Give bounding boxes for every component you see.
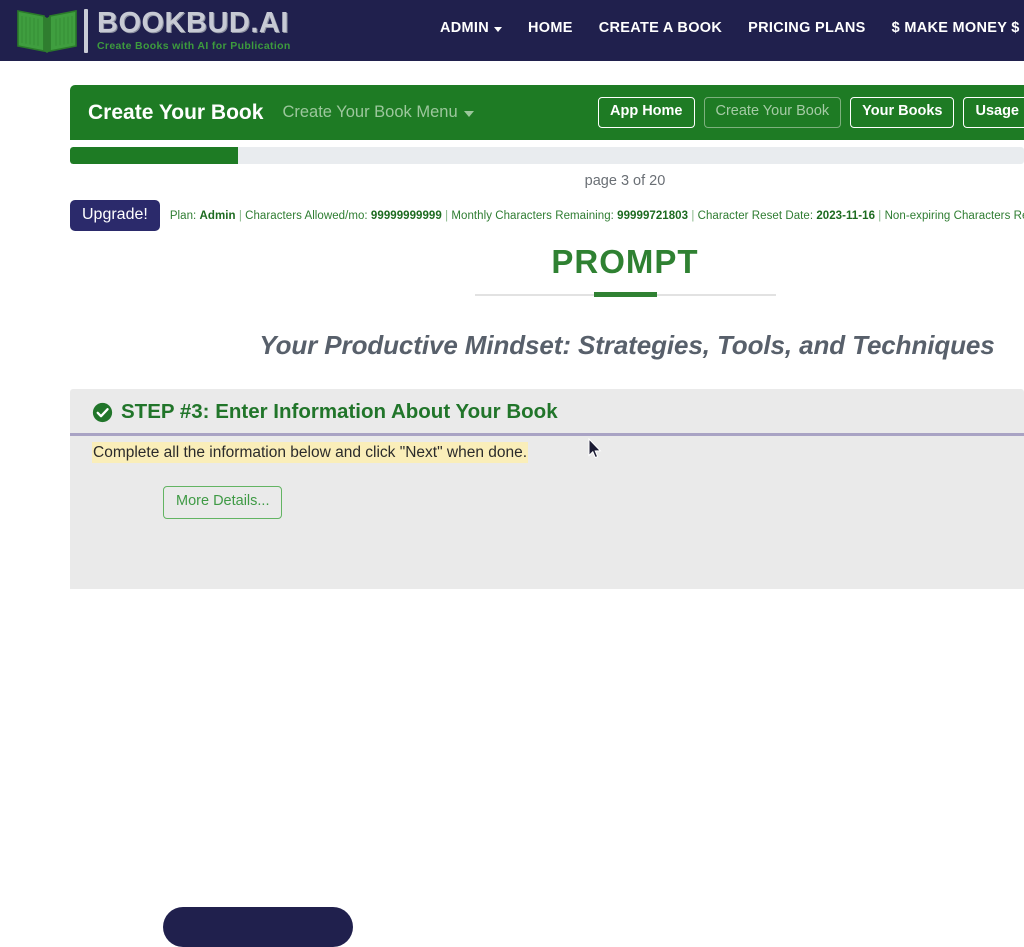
step-card: STEP #3: Enter Information About Your Bo… xyxy=(70,389,1024,947)
book-progress-bar xyxy=(70,147,1024,164)
usage-button[interactable]: Usage xyxy=(963,97,1024,128)
step-instruction-text: Complete all the information below and c… xyxy=(92,442,529,463)
chevron-down-icon xyxy=(463,111,474,117)
nav-item-pricing-plans[interactable]: PRICING PLANS xyxy=(748,20,866,36)
your-books-button[interactable]: Your Books xyxy=(850,97,955,128)
plan-info-bar: Upgrade! Plan: Admin | Characters Allowe… xyxy=(70,200,1024,232)
bottom-action-pill[interactable] xyxy=(163,907,353,947)
open-book-icon xyxy=(17,9,77,53)
nav-item-admin[interactable]: ADMIN xyxy=(440,20,503,36)
plan-separator: | xyxy=(445,209,449,222)
logo-divider xyxy=(84,8,88,53)
site-logo[interactable]: BOOKBUD.AI Create Books with AI for Publ… xyxy=(14,7,291,55)
nav-item-create-a-book[interactable]: CREATE A BOOK xyxy=(599,20,722,36)
app-toolbar-actions: App Home Create Your Book Your Books Usa… xyxy=(598,97,1024,128)
nav-item-home[interactable]: HOME xyxy=(528,20,573,36)
check-circle-icon xyxy=(92,402,113,422)
plan-details-text: Plan: Admin | Characters Allowed/mo: 999… xyxy=(170,210,1024,222)
upgrade-button[interactable]: Upgrade! xyxy=(70,200,160,232)
plan-separator: | xyxy=(691,209,695,222)
divider-accent xyxy=(593,292,657,297)
reset-date-label: Character Reset Date: xyxy=(697,209,814,222)
nav-item-make-money[interactable]: $ MAKE MONEY $ xyxy=(892,20,1020,36)
divider-line-left xyxy=(474,293,594,296)
chars-remaining-label: Monthly Characters Remaining: xyxy=(451,209,614,222)
top-navbar: BOOKBUD.AI Create Books with AI for Publ… xyxy=(0,0,1024,61)
nav-item-admin-label: ADMIN xyxy=(440,20,490,36)
chevron-down-icon xyxy=(494,26,503,32)
chars-remaining-value: 99999721803 xyxy=(617,209,689,222)
plan-separator: | xyxy=(878,209,882,222)
nonexpiring-label: Non-expiring Characters Remaining: xyxy=(884,209,1024,222)
step-header: STEP #3: Enter Information About Your Bo… xyxy=(70,389,1024,433)
book-progress-fill xyxy=(70,147,238,164)
create-your-book-menu-dropdown[interactable]: Create Your Book Menu xyxy=(282,103,474,122)
page-title: PROMPT xyxy=(551,243,699,280)
app-home-button[interactable]: App Home xyxy=(598,97,695,128)
chars-allowed-value: 99999999999 xyxy=(370,209,442,222)
reset-date-value: 2023-11-16 xyxy=(816,209,876,222)
logo-tagline: Create Books with AI for Publication xyxy=(97,39,291,52)
more-details-button[interactable]: More Details... xyxy=(163,486,283,519)
create-your-book-button[interactable]: Create Your Book xyxy=(703,97,842,128)
step-title: STEP #3: Enter Information About Your Bo… xyxy=(121,400,558,423)
title-divider xyxy=(0,292,1024,297)
page-indicator: page 3 of 20 xyxy=(584,173,666,189)
plan-separator: | xyxy=(238,209,242,222)
plan-label: Plan: xyxy=(169,209,197,222)
book-title: Your Productive Mindset: Strategies, Too… xyxy=(259,330,995,360)
app-toolbar: Create Your Book Create Your Book Menu A… xyxy=(70,85,1024,140)
app-toolbar-title: Create Your Book xyxy=(88,100,264,124)
step-instruction-row: Complete all the information below and c… xyxy=(70,436,1024,464)
primary-nav: ADMIN HOME CREATE A BOOK PRICING PLANS $… xyxy=(440,20,1020,36)
plan-value: Admin xyxy=(199,209,236,222)
divider-line-right xyxy=(656,293,776,296)
chars-allowed-label: Characters Allowed/mo: xyxy=(245,209,368,222)
logo-title: BOOKBUD.AI xyxy=(97,7,289,40)
create-your-book-menu-label: Create Your Book Menu xyxy=(282,103,458,121)
